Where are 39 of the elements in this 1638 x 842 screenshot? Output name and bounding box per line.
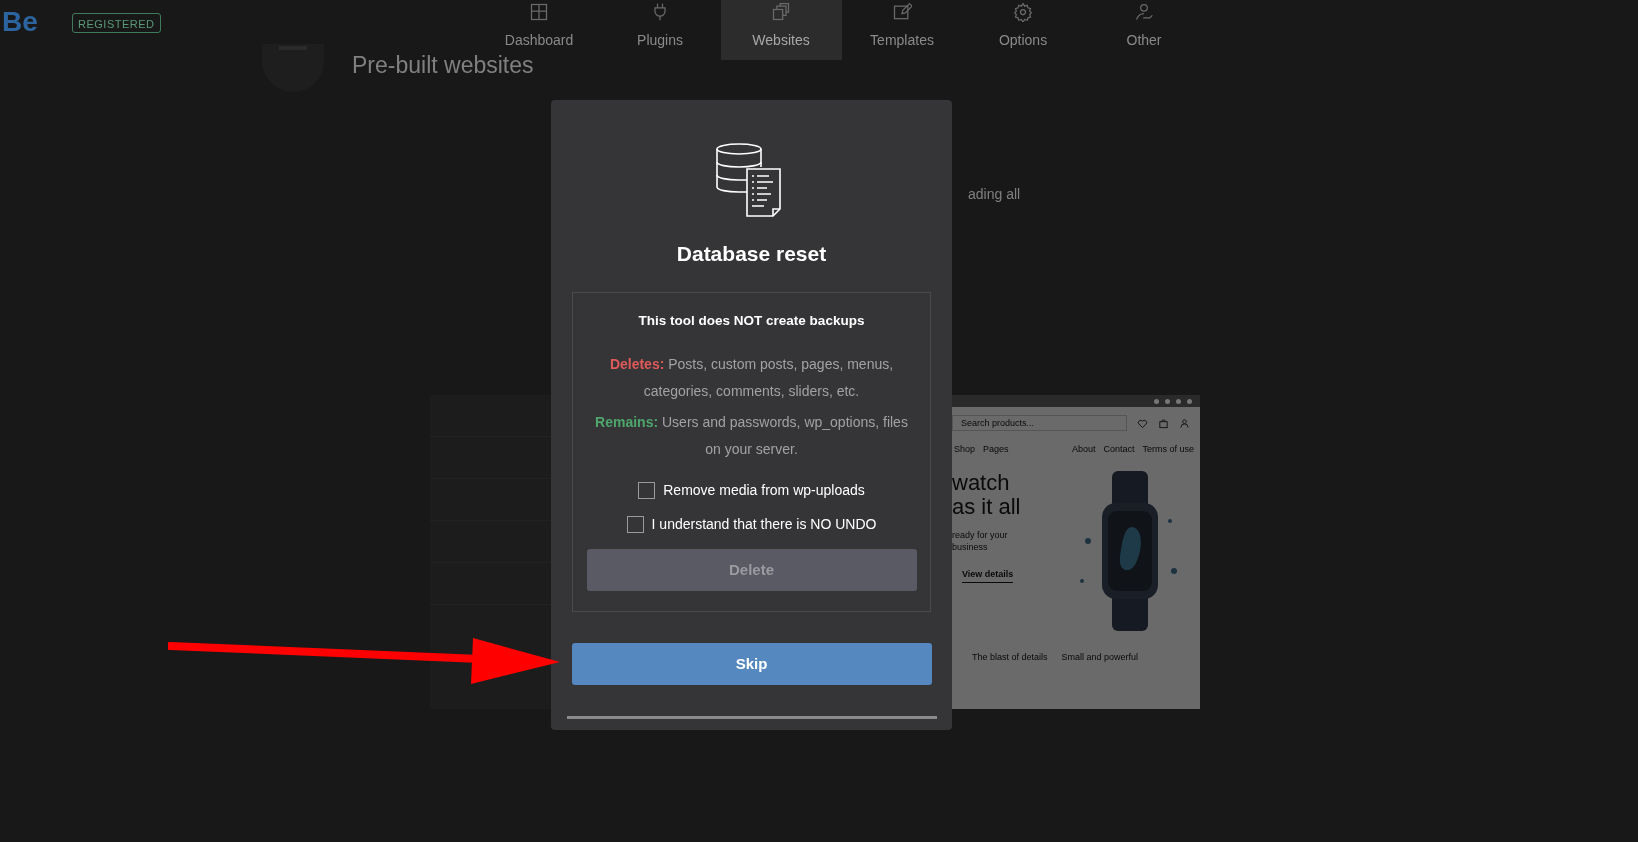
menu-link[interactable]: Contact [1103,443,1135,457]
note-text: Remains: Users and passwords, wp_options, files on your server. [594,412,909,459]
menu-link[interactable]: Pages [983,443,1009,457]
checkbox[interactable] [638,481,656,499]
pages-icon [771,2,791,22]
skip-button[interactable]: Skip [571,642,932,685]
heart-icon[interactable] [1137,417,1148,429]
search-field[interactable]: Search products... [952,415,1127,431]
page-title: Pre-built websites [352,50,534,80]
status-badge: REGISTERED [72,13,161,33]
preview-tab[interactable]: Small and powerful [1061,650,1139,664]
checkbox[interactable] [626,515,644,533]
note-text: Deletes: Posts, custom posts, pages, menus, categories, comments, sliders, etc. [608,354,895,401]
body-text: business [952,541,989,555]
warning-text: This tool does NOT create backups [638,311,865,330]
dialog-title: Database reset [676,241,827,267]
nav-tab[interactable]: Other [1083,0,1205,60]
layout-icon [529,2,549,22]
nav-tab[interactable]: Options [962,0,1084,60]
user-icon[interactable] [1179,417,1190,429]
nav-tab[interactable]: Templates [841,0,963,60]
menu-link[interactable]: Shop [954,443,976,457]
checkbox-label[interactable]: Remove media from wp-uploads [663,479,865,501]
menu-link[interactable]: Terms of use [1142,443,1194,457]
settings-icon [1013,2,1033,22]
body-text: ready for your [952,528,1009,542]
headline-text: as it all [952,494,1022,519]
description-text: ading all [968,187,1022,201]
edit-icon [892,2,912,22]
nav-tab[interactable]: Plugins [599,0,721,60]
menu-link[interactable]: About [1071,443,1096,457]
user-icon [1134,2,1154,22]
logo: Be [2,8,39,39]
details-link[interactable]: View details [962,568,1014,583]
bag-icon[interactable] [1158,417,1169,429]
preview-tab[interactable]: The blast of details [972,650,1048,664]
nav-tab[interactable]: Websites [720,0,842,60]
headline-text: watch [952,470,1011,495]
checkbox-label[interactable]: I understand that there is NO UNDO [651,513,877,535]
